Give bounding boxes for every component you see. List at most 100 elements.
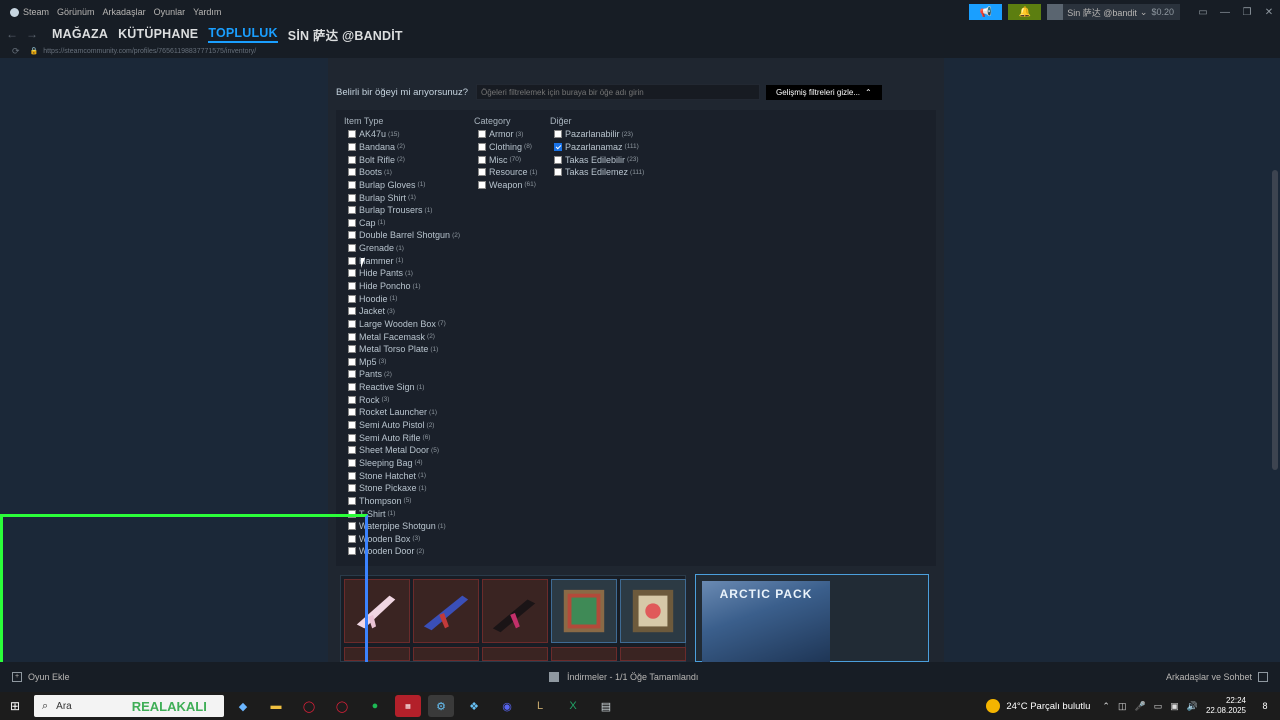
spotify-icon[interactable]: ● — [362, 695, 388, 717]
inventory-item[interactable] — [551, 579, 617, 643]
inventory-item[interactable] — [551, 647, 617, 661]
item-type-filter-item[interactable]: Burlap Shirt (1) — [336, 191, 460, 204]
menu-view[interactable]: Görünüm — [57, 7, 95, 17]
filter-checkbox[interactable] — [348, 522, 356, 531]
item-type-filter-item[interactable]: Cap (1) — [336, 216, 460, 229]
item-type-filter-item[interactable]: Grenade (1) — [336, 242, 460, 255]
other-filter-item[interactable]: Pazarlanabilir (23) — [542, 128, 644, 141]
notifications-button[interactable]: 🔔 — [1008, 4, 1042, 20]
item-type-filter-item[interactable]: Mp5 (3) — [336, 356, 460, 369]
filter-checkbox[interactable] — [348, 142, 356, 151]
item-type-filter-item[interactable]: Sleeping Bag (4) — [336, 457, 460, 470]
item-type-filter-item[interactable]: Metal Torso Plate (1) — [336, 343, 460, 356]
menu-steam[interactable]: Steam — [23, 7, 49, 17]
clock[interactable]: 22:24 22.08.2025 — [1206, 696, 1246, 716]
big-picture-icon[interactable]: ▭ — [1192, 7, 1214, 18]
menu-games[interactable]: Oyunlar — [154, 7, 186, 17]
filter-checkbox[interactable] — [348, 433, 356, 442]
item-type-filter-item[interactable]: Stone Pickaxe (1) — [336, 482, 460, 495]
filter-checkbox[interactable] — [348, 206, 356, 215]
inventory-item[interactable] — [482, 647, 548, 661]
filter-checkbox[interactable] — [348, 256, 356, 265]
filter-checkbox[interactable] — [348, 244, 356, 253]
inventory-item[interactable] — [482, 579, 548, 643]
page-scrollbar[interactable] — [1272, 170, 1278, 470]
app-icon[interactable]: ▦ — [395, 695, 421, 717]
forward-arrow-icon[interactable]: → — [22, 27, 42, 41]
network-icon[interactable]: ▣ — [1170, 701, 1179, 712]
item-type-filter-item[interactable]: Burlap Gloves (1) — [336, 179, 460, 192]
taskbar-search[interactable]: ⌕ Ara REALAKALI — [34, 695, 224, 717]
category-filter-item[interactable]: Misc (70) — [466, 153, 537, 166]
friends-chat-button[interactable]: Arkadaşlar ve Sohbet — [1166, 672, 1268, 682]
tray-app-icon[interactable]: ◫ — [1118, 701, 1127, 712]
filter-checkbox[interactable] — [348, 130, 356, 139]
item-type-filter-item[interactable]: Bandana (2) — [336, 141, 460, 154]
item-type-filter-item[interactable]: Hide Poncho (1) — [336, 280, 460, 293]
steam-icon[interactable]: ⚙ — [428, 695, 454, 717]
tab-profile[interactable]: SİN 萨达 @BANDİT — [288, 25, 403, 44]
windows-start-icon[interactable]: ⊞ — [0, 699, 30, 713]
item-type-filter-item[interactable]: Jacket (3) — [336, 305, 460, 318]
item-type-filter-item[interactable]: Large Wooden Box (7) — [336, 318, 460, 331]
filter-checkbox[interactable] — [478, 142, 486, 151]
close-icon[interactable]: ✕ — [1258, 7, 1280, 18]
filter-checkbox[interactable] — [348, 534, 356, 543]
advanced-filters-button[interactable]: Gelişmiş filtreleri gizle... ⌃ — [766, 84, 882, 100]
item-type-filter-item[interactable]: Reactive Sign (1) — [336, 381, 460, 394]
filter-checkbox[interactable] — [348, 421, 356, 430]
filter-checkbox[interactable] — [348, 370, 356, 379]
filter-checkbox[interactable] — [348, 269, 356, 278]
filter-checkbox[interactable] — [348, 218, 356, 227]
steam-vr-icon[interactable]: ❖ — [461, 695, 487, 717]
filter-checkbox[interactable] — [348, 345, 356, 354]
item-type-filter-item[interactable]: Hammer (1) — [336, 254, 460, 267]
filter-checkbox[interactable] — [348, 282, 356, 290]
filter-checkbox[interactable] — [348, 446, 356, 455]
add-game-button[interactable]: + Oyun Ekle — [12, 672, 70, 682]
item-type-filter-item[interactable]: Semi Auto Rifle (6) — [336, 431, 460, 444]
inventory-item[interactable] — [620, 579, 686, 643]
minimize-icon[interactable]: — — [1214, 7, 1236, 18]
notification-center-button[interactable]: 8 — [1256, 697, 1274, 715]
url-text[interactable]: https://steamcommunity.com/profiles/7656… — [43, 48, 256, 55]
filter-checkbox[interactable] — [348, 319, 356, 328]
filter-checkbox[interactable] — [348, 168, 356, 177]
item-type-filter-item[interactable]: Wooden Door (2) — [336, 545, 460, 558]
item-filter-input[interactable] — [476, 84, 760, 100]
filter-checkbox[interactable] — [348, 484, 356, 493]
filter-checkbox[interactable] — [478, 168, 486, 177]
filter-checkbox[interactable] — [478, 180, 486, 189]
filter-checkbox[interactable] — [348, 383, 356, 392]
chevron-up-icon[interactable]: ⌃ — [1102, 701, 1110, 712]
item-type-filter-item[interactable]: Boots (1) — [336, 166, 460, 179]
item-type-filter-item[interactable]: AK47u (15) — [336, 128, 460, 141]
item-type-filter-item[interactable]: Hoodie (1) — [336, 292, 460, 305]
item-type-filter-item[interactable]: Waterpipe Shotgun (1) — [336, 520, 460, 533]
display-icon[interactable]: ▭ — [1154, 701, 1163, 712]
other-filter-item[interactable]: Pazarlanamaz (111) — [542, 141, 644, 154]
item-type-filter-item[interactable]: Bolt Rifle (2) — [336, 153, 460, 166]
filter-checkbox[interactable] — [348, 155, 356, 164]
back-arrow-icon[interactable]: ← — [2, 27, 22, 41]
category-filter-item[interactable]: Resource (1) — [466, 166, 537, 179]
weather-widget[interactable]: 24°C Parçalı bulutlu — [986, 699, 1090, 713]
account-menu[interactable]: Sin 萨达 @bandit ⌄ $0.20 — [1047, 4, 1180, 20]
filter-checkbox[interactable] — [348, 307, 356, 316]
item-type-filter-item[interactable]: Pants (2) — [336, 368, 460, 381]
filter-checkbox[interactable] — [348, 193, 356, 202]
item-type-filter-item[interactable]: Hide Pants (1) — [336, 267, 460, 280]
item-type-filter-item[interactable]: Rock (3) — [336, 393, 460, 406]
filter-checkbox[interactable] — [478, 130, 486, 139]
tab-community[interactable]: TOPLULUK — [208, 26, 278, 43]
filter-checkbox[interactable] — [348, 231, 356, 240]
filter-checkbox[interactable] — [348, 496, 356, 505]
menu-help[interactable]: Yardım — [193, 7, 221, 17]
calculator-icon[interactable]: ▤ — [593, 695, 619, 717]
inventory-item[interactable] — [344, 579, 410, 643]
menu-friends[interactable]: Arkadaşlar — [103, 7, 146, 17]
filter-checkbox[interactable] — [554, 155, 562, 164]
item-type-filter-item[interactable]: Double Barrel Shotgun (2) — [336, 229, 460, 242]
opera-gx-icon[interactable]: ◯ — [329, 695, 355, 717]
filter-checkbox[interactable] — [348, 547, 356, 556]
